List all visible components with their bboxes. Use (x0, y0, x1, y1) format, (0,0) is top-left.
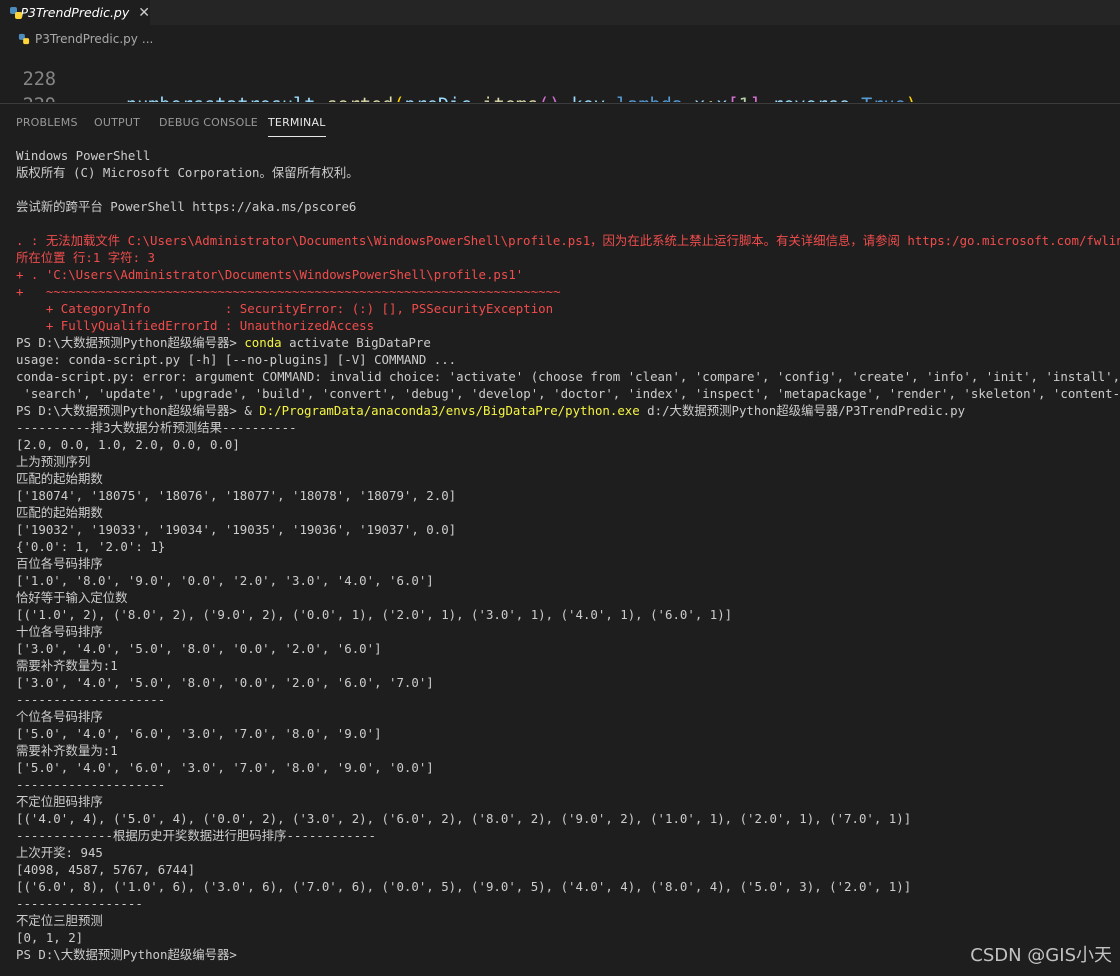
terminal-line: [('6.0', 8), ('1.0', 6), ('3.0', 6), ('7… (16, 879, 912, 894)
terminal-line: Windows PowerShell (16, 148, 151, 163)
prompt-text: PS D:\大数据预测Python超级编号器> & (16, 403, 260, 418)
prompt-text: PS D:\大数据预测Python超级编号器> (16, 335, 245, 350)
editor-tab[interactable]: P3TrendPredic.py ✕ (0, 0, 150, 25)
terminal-line: ----------------- (16, 896, 143, 911)
terminal-line: -------------------- (16, 692, 166, 707)
terminal-line: ['18074', '18075', '18076', '18077', '18… (16, 488, 457, 503)
terminal-line: 版权所有 (C) Microsoft Corporation。保留所有权利。 (16, 165, 359, 180)
terminal-line: 需要补齐数量为:1 (16, 743, 118, 758)
code-line: 229 print(numbersstatresult) (0, 67, 56, 102)
terminal-line: PS D:\大数据预测Python超级编号器> & D:/ProgramData… (16, 402, 1120, 419)
terminal-line: [0, 1, 2] (16, 930, 84, 945)
terminal-line: ['19032', '19033', '19034', '19035', '19… (16, 522, 457, 537)
terminal-line: conda-script.py: error: argument COMMAND… (16, 369, 1120, 384)
terminal-line: ['5.0', '4.0', '6.0', '3.0', '7.0', '8.0… (16, 760, 434, 775)
editor-tab-bar: P3TrendPredic.py ✕ (0, 0, 1120, 25)
terminal-line: ['5.0', '4.0', '6.0', '3.0', '7.0', '8.0… (16, 726, 382, 741)
tab-problems[interactable]: PROBLEMS (16, 116, 78, 129)
terminal-line: 'search', 'update', 'upgrade', 'build', … (23, 386, 1120, 401)
terminal-line: 匹配的起始期数 (16, 471, 103, 486)
terminal-line: + CategoryInfo : SecurityError: (:) [], … (16, 301, 554, 316)
tab-title: P3TrendPredic.py (20, 5, 130, 20)
terminal-line: 不定位胆码排序 (16, 794, 103, 809)
terminal-line: 所在位置 行:1 字符: 3 (16, 250, 155, 265)
terminal-line: 不定位三胆预测 (16, 913, 103, 928)
terminal-line: 个位各号码排序 (16, 709, 103, 724)
terminal-line: 百位各号码排序 (16, 556, 103, 571)
terminal-line: 上次开奖: 945 (16, 845, 103, 860)
terminal-line: {'0.0': 1, '2.0': 1} (16, 539, 166, 554)
close-tab-icon[interactable]: ✕ (138, 5, 150, 21)
tab-output[interactable]: OUTPUT (94, 116, 140, 129)
panel-tab-bar: PROBLEMS OUTPUT DEBUG CONSOLE TERMINAL (0, 104, 1120, 142)
terminal-line: PS D:\大数据预测Python超级编号器> (16, 947, 237, 962)
python-file-icon (9, 6, 22, 20)
terminal-line: PS D:\大数据预测Python超级编号器> conda activate B… (16, 334, 1120, 351)
terminal-line: 上为预测序列 (16, 454, 91, 469)
terminal-line: 恰好等于输入定位数 (16, 590, 128, 605)
code-text: numbersstatresult=sorted(preDic.items(),… (126, 93, 917, 102)
code-line: 230 print("百位各号码排序") (0, 93, 45, 102)
command-text: D:/ProgramData/anaconda3/envs/BigDataPre… (259, 403, 640, 418)
terminal-line: ['3.0', '4.0', '5.0', '8.0', '0.0', '2.0… (16, 641, 382, 656)
terminal-line: usage: conda-script.py [-h] [--no-plugin… (16, 352, 457, 367)
terminal-line: . : 无法加载文件 C:\Users\Administrator\Docume… (16, 233, 1120, 248)
terminal-line: 匹配的起始期数 (16, 505, 103, 520)
terminal-line: 十位各号码排序 (16, 624, 103, 639)
terminal-line: ['1.0', '8.0', '9.0', '0.0', '2.0', '3.0… (16, 573, 434, 588)
terminal-line: ----------排3大数据分析预测结果---------- (16, 420, 297, 435)
terminal-line: [('1.0', 2), ('8.0', 2), ('9.0', 2), ('0… (16, 607, 733, 622)
watermark: CSDN @GIS小天 (970, 945, 1112, 966)
command-text: conda (244, 335, 282, 350)
terminal-line: ['3.0', '4.0', '5.0', '8.0', '0.0', '2.0… (16, 675, 434, 690)
command-args: activate BigDataPre (281, 335, 431, 350)
terminal-line: -------------------- (16, 777, 166, 792)
terminal-line: 需要补齐数量为:1 (16, 658, 118, 673)
terminal-line: + FullyQualifiedErrorId : UnauthorizedAc… (16, 318, 375, 333)
terminal-line: -------------根据历史开奖数据进行胆码排序------------ (16, 828, 376, 843)
code-editor[interactable]: 228 numbersstatresult=sorted(preDic.item… (0, 42, 1120, 102)
terminal-line: [2.0, 0.0, 1.0, 2.0, 0.0, 0.0] (16, 437, 240, 452)
command-args: d:/大数据预测Python超级编号器/P3TrendPredic.py (639, 403, 966, 418)
code-line: 228 numbersstatresult=sorted(preDic.item… (0, 42, 917, 102)
terminal-line: [4098, 4587, 5767, 6744] (16, 862, 196, 877)
terminal-line: + . 'C:\Users\Administrator\Documents\Wi… (16, 267, 524, 282)
tab-terminal[interactable]: TERMINAL (268, 116, 326, 137)
terminal-line: 尝试新的跨平台 PowerShell https://aka.ms/pscore… (16, 199, 357, 214)
terminal-output[interactable]: Windows PowerShell 版权所有 (C) Microsoft Cor… (16, 147, 1120, 976)
terminal-line: [('4.0', 4), ('5.0', 4), ('0.0', 2), ('3… (16, 811, 912, 826)
tab-debug-console[interactable]: DEBUG CONSOLE (159, 116, 258, 129)
terminal-line: + ~~~~~~~~~~~~~~~~~~~~~~~~~~~~~~~~~~~~~~… (16, 284, 561, 299)
